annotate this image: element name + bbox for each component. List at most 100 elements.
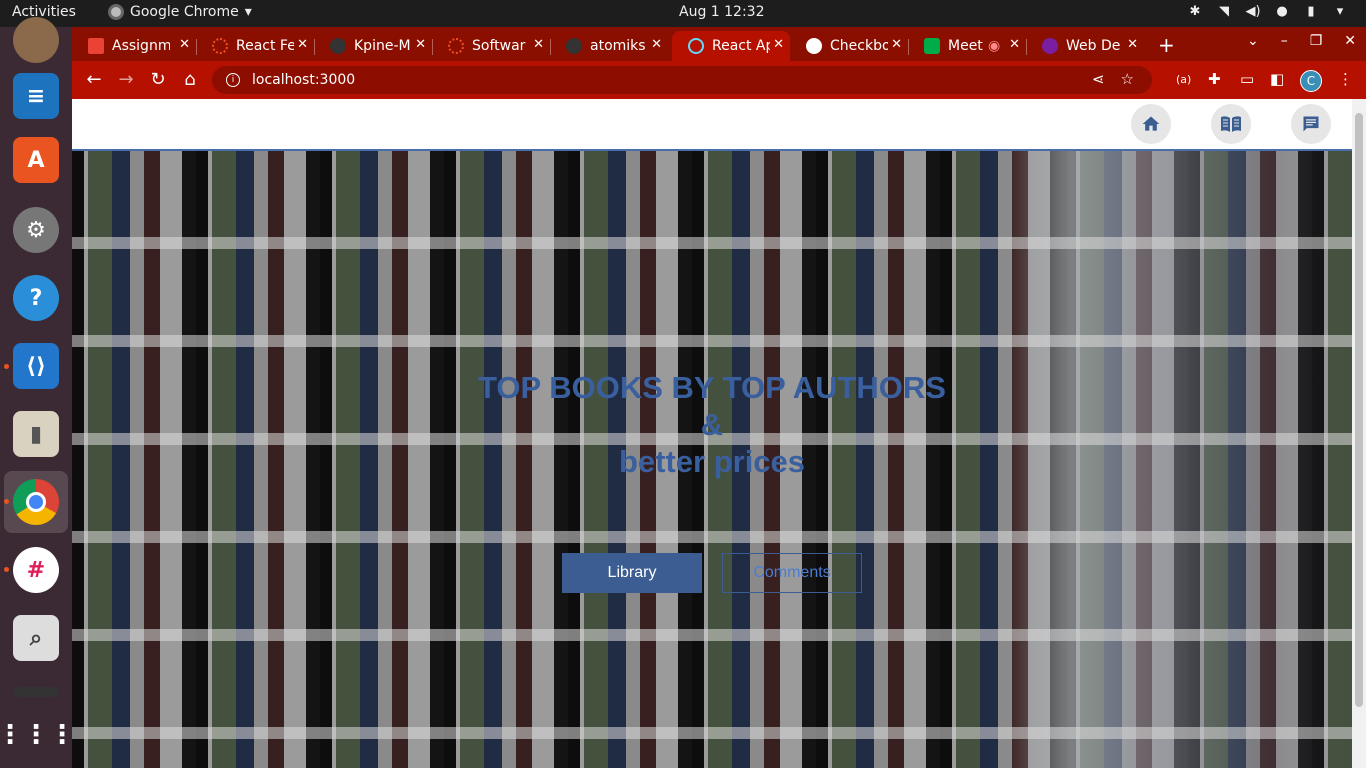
recording-icon: ◉ — [988, 38, 1001, 54]
maximize-icon[interactable]: ❐ — [1310, 33, 1323, 49]
nav-comments-button[interactable] — [1291, 104, 1331, 144]
slack-tray-icon[interactable]: ✱ — [1187, 4, 1203, 19]
share-icon[interactable]: ⋖ — [1092, 70, 1105, 88]
power-menu-icon[interactable]: ▾ — [1332, 4, 1348, 19]
chrome-app-icon — [108, 4, 124, 20]
tab-label: Meet — [948, 38, 983, 54]
tab-5-active[interactable]: React Ap ✕ — [672, 31, 790, 61]
vscode-icon[interactable]: ⟨⟩ — [13, 343, 59, 389]
tab-strip: Assignm ✕ React Fe ✕ Kpine-M ✕ Softwar ✕ — [72, 27, 1366, 61]
tab-8[interactable]: Web De ✕ — [1026, 31, 1144, 61]
home-icon — [1142, 116, 1160, 131]
app-menu-label: Google Chrome — [130, 4, 239, 20]
tab-1[interactable]: React Fe ✕ — [196, 31, 314, 61]
wifi-icon: ◥ — [1219, 4, 1229, 19]
site-info-icon[interactable]: i — [226, 73, 240, 87]
help-icon[interactable]: ? — [13, 275, 59, 321]
archive-icon[interactable]: ▮ — [13, 411, 59, 457]
close-icon[interactable]: ✕ — [533, 37, 544, 52]
show-apps-icon[interactable]: ⋮⋮⋮ — [0, 712, 75, 758]
close-icon[interactable]: ✕ — [1009, 37, 1020, 52]
comment-icon — [1303, 116, 1319, 132]
close-icon[interactable]: ✕ — [297, 37, 308, 52]
globe-icon — [806, 38, 822, 54]
app-menu[interactable]: Google Chrome ▾ — [108, 4, 252, 20]
slack-icon[interactable]: # — [13, 547, 59, 593]
tab-favicon-icon — [448, 38, 464, 54]
side-panel-icon[interactable]: ◧ — [1270, 70, 1284, 88]
tab-3[interactable]: Softwar ✕ — [432, 31, 550, 61]
tab-favicon-icon — [1042, 38, 1058, 54]
tab-2[interactable]: Kpine-M ✕ — [314, 31, 432, 61]
gmail-icon — [88, 38, 104, 54]
tab-0[interactable]: Assignm ✕ — [72, 31, 196, 61]
microphone-icon: ● — [1276, 4, 1288, 19]
minimize-icon[interactable]: – — [1281, 33, 1288, 49]
app-center-icon[interactable]: A — [13, 137, 59, 183]
close-window-icon[interactable]: ✕ — [1344, 33, 1356, 49]
tab-favicon-icon — [212, 38, 228, 54]
close-icon[interactable]: ✕ — [179, 37, 190, 52]
system-tray[interactable]: ✱ ◥ ◀) ● ▮ ▾ — [1187, 4, 1348, 19]
dock: ≡ A ⚙ ? ⟨⟩ ▮ # ⌕ ⋮⋮⋮ — [0, 17, 75, 768]
tab-6[interactable]: Checkbo ✕ — [790, 31, 908, 61]
library-button[interactable]: Library — [562, 553, 702, 593]
address-bar-url: localhost:3000 — [252, 72, 356, 88]
omnibox-actions: ⋖ ☆ — [1092, 70, 1134, 88]
home-icon[interactable]: ⌂ — [179, 69, 201, 90]
web-page: TOP BOOKS BY TOP AUTHORS & better prices… — [72, 99, 1366, 768]
speaker-icon[interactable] — [13, 17, 59, 63]
tab-label: Web De — [1066, 38, 1121, 54]
tab-label: React Ap — [712, 38, 770, 54]
github-icon — [330, 38, 346, 54]
close-icon[interactable]: ✕ — [1127, 37, 1138, 52]
hero-section: TOP BOOKS BY TOP AUTHORS & better prices… — [72, 151, 1352, 768]
close-icon[interactable]: ✕ — [651, 37, 662, 52]
tab-7[interactable]: Meet ◉ ✕ — [908, 31, 1026, 61]
new-tab-icon[interactable]: + — [1158, 33, 1175, 57]
profile-avatar[interactable]: C — [1300, 70, 1322, 92]
page-scrollbar[interactable] — [1352, 99, 1366, 768]
github-icon — [566, 38, 582, 54]
tab-4[interactable]: atomiks ✕ — [550, 31, 668, 61]
hero-heading: TOP BOOKS BY TOP AUTHORS & better prices — [72, 369, 1352, 480]
react-icon — [688, 38, 704, 54]
tab-label: Softwar — [472, 38, 526, 54]
address-bar[interactable]: i localhost:3000 ⋖ ☆ — [212, 66, 1152, 94]
search-tool-icon[interactable]: ⌕ — [13, 615, 59, 661]
close-icon[interactable]: ✕ — [773, 37, 784, 52]
browser-toolbar: ← → ↻ ⌂ i localhost:3000 ⋖ ☆ (a) ✚ ▭ ◧ C… — [72, 61, 1366, 99]
hero-heading-line-1: TOP BOOKS BY TOP AUTHORS — [478, 370, 946, 405]
tab-search-icon[interactable]: ⌄ — [1247, 33, 1259, 49]
tab-label: Checkbo — [830, 38, 888, 54]
chrome-icon[interactable] — [13, 479, 59, 525]
writer-icon[interactable]: ≡ — [13, 73, 59, 119]
close-icon[interactable]: ✕ — [415, 37, 426, 52]
terminal-icon[interactable] — [13, 687, 59, 697]
battery-icon: ▮ — [1307, 4, 1315, 19]
cast-icon[interactable]: ▭ — [1240, 70, 1254, 88]
extension-icon[interactable]: (a) — [1176, 73, 1191, 86]
volume-icon: ◀) — [1245, 4, 1261, 19]
extensions-puzzle-icon[interactable]: ✚ — [1208, 70, 1221, 88]
close-icon[interactable]: ✕ — [891, 37, 902, 52]
window-controls: ⌄ – ❐ ✕ — [1247, 33, 1356, 49]
nav-library-button[interactable] — [1211, 104, 1251, 144]
open-book-icon — [1221, 116, 1241, 132]
hero-heading-line-2: & — [700, 407, 724, 442]
back-icon[interactable]: ← — [83, 69, 105, 90]
menu-kebab-icon[interactable]: ⋮ — [1338, 70, 1353, 88]
settings-icon[interactable]: ⚙ — [13, 207, 59, 253]
reload-icon[interactable]: ↻ — [147, 69, 169, 90]
comments-button[interactable]: Comments — [722, 553, 862, 593]
nav-home-button[interactable] — [1131, 104, 1171, 144]
bookmark-star-icon[interactable]: ☆ — [1121, 70, 1134, 88]
tab-label: React Fe — [236, 38, 294, 54]
tab-label: Kpine-M — [354, 38, 411, 54]
clock[interactable]: Aug 1 12:32 — [679, 4, 765, 20]
app-navbar — [72, 99, 1352, 151]
meet-icon — [924, 38, 940, 54]
forward-icon[interactable]: → — [115, 69, 137, 90]
chrome-window: Assignm ✕ React Fe ✕ Kpine-M ✕ Softwar ✕ — [72, 27, 1366, 768]
scrollbar-thumb[interactable] — [1355, 113, 1363, 707]
